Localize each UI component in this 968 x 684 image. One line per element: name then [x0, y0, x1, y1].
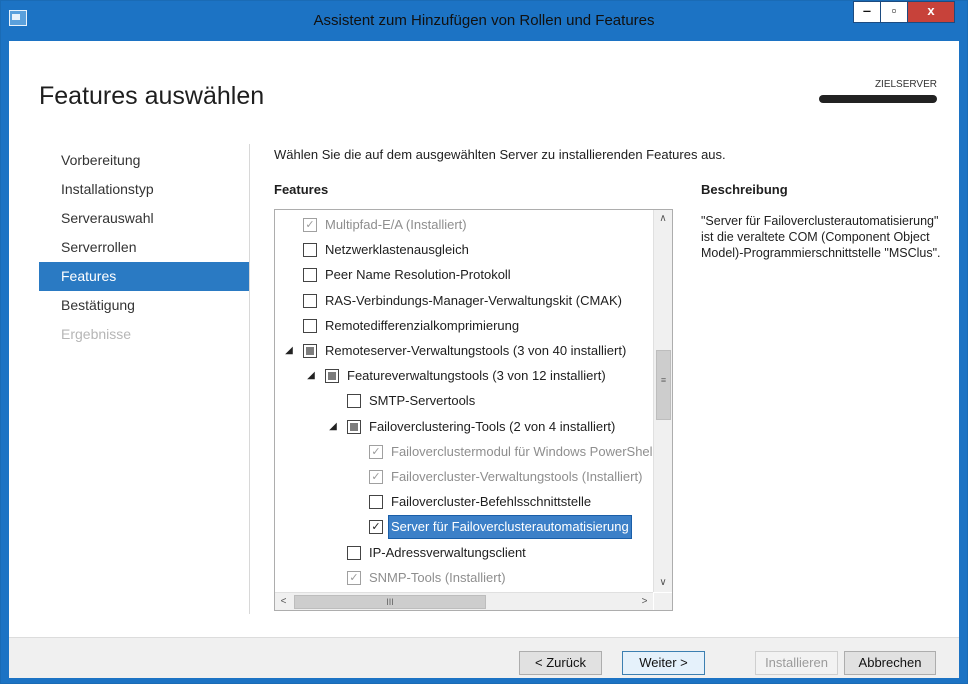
feature-label: Remoteserver-Verwaltungstools (3 von 40 … — [325, 343, 627, 358]
horizontal-scrollbar[interactable]: < III > — [275, 592, 653, 610]
nav-item-vorbereitung[interactable]: Vorbereitung — [39, 146, 249, 175]
feature-row[interactable]: ◢ Featureverwaltungstools (3 von 12 insta… — [275, 365, 653, 389]
nav-divider — [249, 144, 250, 614]
feature-row[interactable]: ✓ Server für Failoverclusterautomatisieru… — [275, 515, 653, 540]
feature-row[interactable]: ✓ Multipfad-E/A (Installiert) — [275, 214, 653, 238]
feature-row[interactable]: ◢ Remoteserver-Verwaltungstools (3 von 40… — [275, 340, 653, 364]
wizard-steps-nav: Vorbereitung Installationstyp Serverauswah… — [39, 146, 249, 349]
maximize-button[interactable]: ▫ — [880, 1, 908, 23]
cancel-button[interactable]: Abbrechen — [844, 651, 936, 675]
expand-arrow-icon[interactable]: ◢ — [305, 370, 317, 382]
feature-row[interactable]: Remotedifferenzialkomprimierung — [275, 315, 653, 339]
feature-label: Remotedifferenzialkomprimierung — [325, 317, 520, 333]
feature-row[interactable]: ✓ Failovercluster-Verwaltungstools (Insta… — [275, 466, 653, 490]
target-server-name-redacted — [819, 95, 937, 103]
target-server-label: ZIELSERVER — [874, 79, 937, 90]
expand-arrow-icon[interactable]: ◢ — [283, 345, 295, 357]
description-heading: Beschreibung — [701, 182, 788, 197]
feature-checkbox[interactable] — [303, 318, 317, 333]
partial-check-indicator — [306, 347, 314, 355]
feature-row[interactable]: ◢ Failoverclustering-Tools (2 von 4 insta… — [275, 416, 653, 440]
nav-item-installationstyp[interactable]: Installationstyp — [39, 175, 249, 204]
nav-item-ergebnisse: Ergebnisse — [61, 326, 132, 342]
feature-checkbox: ✓ — [303, 218, 317, 232]
feature-label: Failovercluster-Verwaltungstools (Instal… — [391, 469, 643, 484]
feature-label: SNMP-Tools (Installiert) — [369, 569, 506, 585]
feature-checkbox[interactable] — [303, 293, 317, 308]
feature-checkbox: ✓ — [347, 570, 361, 585]
expand-arrow-icon[interactable]: ◢ — [327, 421, 339, 433]
feature-label: Multipfad-E/A (Installiert) — [325, 217, 467, 232]
feature-checkbox[interactable] — [303, 268, 317, 283]
features-tree-rows: ✓ Multipfad-E/A (Installiert) Netzwerklast… — [275, 214, 653, 590]
back-button[interactable]: < Zurück — [519, 651, 602, 675]
feature-row[interactable]: Failovercluster-Befehlsschnittstelle — [275, 491, 653, 515]
nav-item-bestätigung[interactable]: Bestätigung — [39, 291, 249, 320]
feature-label: Failovercluster-Befehlsschnittstelle — [391, 494, 592, 510]
instruction-text: Wählen Sie die auf dem ausgewählten Serv… — [274, 147, 726, 162]
partial-check-indicator — [350, 422, 358, 431]
nav-item-serverauswahl[interactable]: Serverauswahl — [39, 204, 249, 233]
page-title: Features auswählen — [39, 82, 265, 110]
feature-label: RAS-Verbindungs-Manager-Verwaltungskit (… — [325, 292, 622, 308]
feature-label: Failoverclustermodul für Windows PowerSh… — [391, 443, 653, 459]
nav-item-serverrollen[interactable]: Serverrollen — [39, 233, 249, 262]
feature-label: Featureverwaltungstools (3 von 12 instal… — [347, 368, 606, 384]
description-text: "Server für Failoverclusterautomatisieru… — [701, 214, 941, 260]
feature-checkbox: ✓ — [369, 470, 383, 484]
feature-label: Failoverclustering-Tools (2 von 4 instal… — [369, 418, 616, 434]
scroll-up-arrow-icon[interactable]: ∧ — [654, 210, 672, 228]
feature-checkbox[interactable] — [303, 243, 317, 258]
feature-label: Peer Name Resolution-Protokoll — [325, 267, 511, 283]
scroll-right-arrow-icon[interactable]: > — [636, 593, 653, 610]
scroll-left-arrow-icon[interactable]: < — [275, 593, 292, 610]
feature-checkbox[interactable] — [303, 344, 317, 358]
vertical-scroll-thumb[interactable]: ≡ — [656, 350, 671, 420]
feature-row[interactable]: IP-Adressverwaltungsclient — [275, 542, 653, 566]
next-button[interactable]: Weiter > — [622, 651, 705, 675]
title-bar[interactable]: Assistent zum Hinzufügen von Rollen und … — [1, 1, 967, 41]
feature-checkbox[interactable] — [325, 369, 339, 384]
horizontal-scroll-thumb[interactable]: III — [294, 595, 486, 609]
vertical-scrollbar[interactable]: ∧ ≡ ∨ — [653, 210, 672, 592]
feature-checkbox[interactable] — [347, 419, 361, 434]
nav-item-features[interactable]: Features — [39, 262, 249, 291]
window-title: Assistent zum Hinzufügen von Rollen und … — [313, 12, 655, 29]
feature-row[interactable]: Peer Name Resolution-Protokoll — [275, 264, 653, 288]
feature-label: IP-Adressverwaltungsclient — [369, 544, 526, 560]
feature-row[interactable]: ✓ SNMP-Tools (Installiert) — [275, 567, 653, 590]
feature-row[interactable]: Netzwerklastenausgleich — [275, 239, 653, 263]
feature-label: SMTP-Servertools — [369, 393, 476, 409]
feature-checkbox: ✓ — [369, 444, 383, 459]
feature-row[interactable]: RAS-Verbindungs-Manager-Verwaltungskit (… — [275, 290, 653, 314]
feature-label: Netzwerklastenausgleich — [325, 242, 469, 258]
partial-check-indicator — [328, 372, 336, 381]
feature-row[interactable]: SMTP-Servertools — [275, 390, 653, 414]
install-button[interactable]: Installieren — [755, 651, 838, 675]
feature-checkbox[interactable] — [347, 394, 361, 409]
scroll-down-arrow-icon[interactable]: ∨ — [654, 574, 672, 592]
close-button[interactable]: x — [907, 1, 955, 23]
feature-row[interactable]: ✓ Failoverclustermodul für Windows PowerS… — [275, 441, 653, 465]
feature-checkbox[interactable] — [347, 545, 361, 560]
feature-checkbox[interactable] — [369, 495, 383, 510]
features-heading: Features — [274, 182, 329, 197]
feature-checkbox[interactable]: ✓ — [369, 520, 383, 535]
wizard-window: Assistent zum Hinzufügen von Rollen und … — [0, 0, 968, 684]
minimize-button[interactable]: ‒ — [853, 1, 880, 23]
features-tree[interactable]: ✓ Multipfad-E/A (Installiert) Netzwerklast… — [274, 209, 673, 611]
wizard-content: Features auswählen ZIELSERVER Vorbereitu… — [9, 41, 959, 678]
feature-label: Server für Failoverclusterautomatisierun… — [388, 515, 632, 540]
scrollbar-corner — [654, 593, 672, 610]
grip-icon: ≡ — [660, 375, 667, 385]
